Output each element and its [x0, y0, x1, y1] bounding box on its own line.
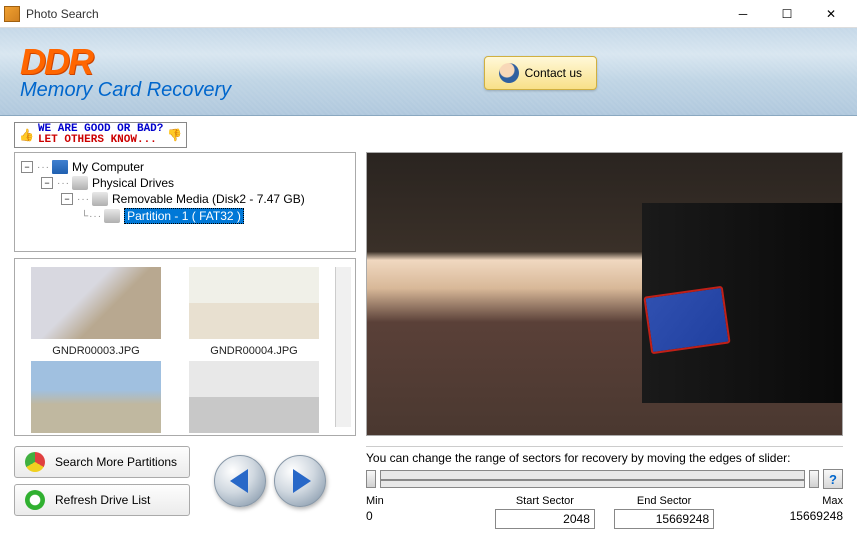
- help-button[interactable]: ?: [823, 469, 843, 489]
- max-value: 15669248: [790, 509, 843, 523]
- end-label: End Sector: [605, 495, 724, 507]
- drive-icon: [92, 192, 108, 206]
- partition-icon: [25, 452, 45, 472]
- tree-physical-label: Physical Drives: [92, 176, 174, 190]
- refresh-drive-list-button[interactable]: Refresh Drive List: [14, 484, 190, 516]
- end-sector-input[interactable]: [614, 509, 714, 529]
- app-header: DDR Memory Card Recovery Contact us: [0, 28, 857, 116]
- tree-partition[interactable]: └··· Partition - 1 ( FAT32 ): [21, 207, 349, 225]
- thumbnail-image: [31, 267, 161, 339]
- thumbnail-item[interactable]: GNDR00003.JPG: [19, 267, 173, 357]
- thumbnail-scrollbar[interactable]: [335, 267, 351, 427]
- tree-collapse-icon[interactable]: −: [61, 193, 73, 205]
- rating-line2: LET OTHERS KNOW...: [38, 135, 163, 146]
- slider-handle-left[interactable]: [366, 470, 376, 488]
- titlebar: Photo Search ─ ☐ ✕: [0, 0, 857, 28]
- app-icon: [4, 6, 20, 22]
- contact-us-button[interactable]: Contact us: [484, 56, 597, 90]
- thumbnail-item[interactable]: GNDR00004.JPG: [177, 267, 331, 357]
- start-sector-input[interactable]: [495, 509, 595, 529]
- drive-tree[interactable]: − ··· My Computer − ··· Physical Drives …: [14, 152, 356, 252]
- partition-icon: [104, 209, 120, 223]
- refresh-label: Refresh Drive List: [55, 493, 150, 507]
- tree-collapse-icon[interactable]: −: [21, 161, 33, 173]
- contact-label: Contact us: [525, 66, 582, 80]
- window-title: Photo Search: [26, 7, 721, 21]
- thumbnail-item[interactable]: [19, 361, 173, 436]
- search-more-partitions-button[interactable]: Search More Partitions: [14, 446, 190, 478]
- thumbnail-image: [31, 361, 161, 433]
- computer-icon: [52, 160, 68, 174]
- thumbnail-filename: GNDR00003.JPG: [19, 345, 173, 357]
- logo-main: DDR: [20, 41, 231, 83]
- tree-collapse-icon[interactable]: −: [41, 177, 53, 189]
- tree-removable-media[interactable]: − ··· Removable Media (Disk2 - 7.47 GB): [21, 191, 349, 207]
- thumbnail-filename: GNDR00004.JPG: [177, 345, 331, 357]
- min-label: Min: [366, 495, 485, 507]
- sector-max: Max 15669248: [724, 495, 843, 529]
- sector-range-panel: You can change the range of sectors for …: [366, 446, 843, 529]
- slider-handle-right[interactable]: [809, 470, 819, 488]
- minimize-button[interactable]: ─: [721, 1, 765, 27]
- min-value: 0: [366, 509, 373, 523]
- preview-sd-card: [643, 286, 730, 355]
- close-button[interactable]: ✕: [809, 1, 853, 27]
- drive-icon: [72, 176, 88, 190]
- maximize-button[interactable]: ☐: [765, 1, 809, 27]
- slider-track[interactable]: [380, 470, 805, 488]
- thumbnail-panel: GNDR00003.JPG GNDR00004.JPG: [14, 258, 356, 436]
- sector-end: End Sector: [605, 495, 724, 529]
- contact-icon: [499, 63, 519, 83]
- logo: DDR Memory Card Recovery: [20, 41, 231, 102]
- thumbnail-image: [189, 267, 319, 339]
- thumbs-up-icon: 👍: [19, 128, 34, 142]
- thumbnail-item[interactable]: [177, 361, 331, 436]
- max-label: Max: [724, 495, 843, 507]
- tree-root-label: My Computer: [72, 160, 144, 174]
- tree-partition-label: Partition - 1 ( FAT32 ): [124, 208, 244, 224]
- tree-physical-drives[interactable]: − ··· Physical Drives: [21, 175, 349, 191]
- rating-banner[interactable]: 👍 WE ARE GOOD OR BAD? LET OTHERS KNOW...…: [14, 122, 187, 148]
- logo-subtitle: Memory Card Recovery: [20, 79, 231, 102]
- tree-root[interactable]: − ··· My Computer: [21, 159, 349, 175]
- arrow-right-icon: [293, 469, 311, 493]
- start-label: Start Sector: [485, 495, 604, 507]
- thumbs-down-icon: 👎: [167, 128, 182, 142]
- previous-button[interactable]: [214, 455, 266, 507]
- search-more-label: Search More Partitions: [55, 455, 177, 469]
- arrow-left-icon: [230, 469, 248, 493]
- sector-min: Min 0: [366, 495, 485, 529]
- preview-image-panel: [366, 152, 843, 436]
- tree-removable-label: Removable Media (Disk2 - 7.47 GB): [112, 192, 305, 206]
- thumbnail-image: [189, 361, 319, 433]
- sector-start: Start Sector: [485, 495, 604, 529]
- sector-instruction: You can change the range of sectors for …: [366, 451, 843, 465]
- next-button[interactable]: [274, 455, 326, 507]
- refresh-icon: [25, 490, 45, 510]
